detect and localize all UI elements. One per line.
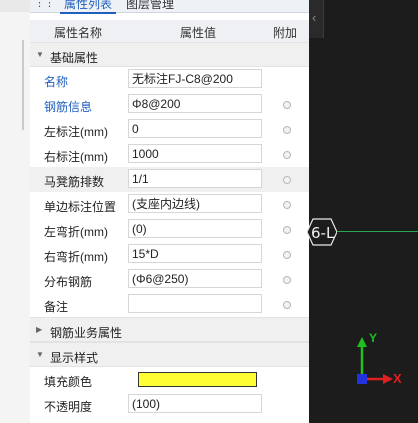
fill-color-swatch[interactable] [138, 372, 257, 387]
prop-label: 名称 [44, 75, 69, 89]
drawing-canvas[interactable]: ‹ 6-L Y X [307, 0, 418, 423]
section-display-label: 显示样式 [50, 351, 99, 365]
prop-label: 右弯折(mm) [44, 250, 108, 264]
extra-checkbox[interactable] [283, 276, 291, 284]
prop-row-fill-color: 填充颜色 [30, 367, 309, 392]
section-basic-label: 基础属性 [50, 51, 99, 65]
prop-label: 右标注(mm) [44, 150, 108, 164]
drag-grip-icon[interactable]: ⋮⋮ [34, 0, 55, 9]
prop-label: 钢筋信息 [44, 100, 93, 114]
prop-row-left-mark: 左标注(mm) 0 [30, 117, 309, 142]
chevron-left-icon[interactable]: ‹ [312, 10, 316, 25]
tab-property-list[interactable]: 属性列表 [60, 0, 117, 14]
extra-checkbox[interactable] [283, 101, 291, 109]
section-business-label: 钢筋业务属性 [50, 326, 123, 340]
extra-checkbox[interactable] [283, 151, 291, 159]
extra-checkbox[interactable] [283, 176, 291, 184]
prop-row-rebar-info: 钢筋信息 Φ8@200 [30, 92, 309, 117]
header-extra: 附加 [273, 26, 298, 40]
prop-row-right-mark: 右标注(mm) 1000 [30, 142, 309, 167]
extra-checkbox[interactable] [283, 251, 291, 259]
prop-row-remark: 备注 [30, 292, 309, 317]
extra-checkbox[interactable] [283, 201, 291, 209]
prop-value-single-side-position[interactable]: (支座内边线) [128, 194, 262, 213]
prop-label: 左弯折(mm) [44, 225, 108, 239]
prop-label: 不透明度 [44, 400, 93, 414]
left-dock-strip [0, 0, 31, 423]
prop-row-opacity: 不透明度 (100) [30, 392, 309, 417]
extra-checkbox[interactable] [283, 126, 291, 134]
property-panel: ⋮⋮ 属性列表 图层管理 属性名称 属性值 附加 ▼ 基础属性 名称 无标注FJ… [30, 0, 309, 423]
collapse-triangle-icon[interactable]: ▼ [36, 350, 44, 359]
header-value: 属性值 [180, 26, 217, 40]
tab-layer-management[interactable]: 图层管理 [126, 0, 174, 12]
prop-value-left-bend[interactable]: (0) [128, 219, 262, 238]
prop-label: 马凳筋排数 [44, 175, 105, 189]
prop-value-opacity[interactable]: (100) [128, 394, 262, 413]
prop-value-name[interactable]: 无标注FJ-C8@200 [128, 69, 262, 88]
prop-value-left-mark[interactable]: 0 [128, 119, 262, 138]
panel-tabbar: ⋮⋮ 属性列表 图层管理 [30, 0, 309, 14]
prop-label: 备注 [44, 300, 69, 314]
extra-checkbox[interactable] [283, 301, 291, 309]
prop-value-distribution-rebar[interactable]: (Φ6@250) [128, 269, 262, 288]
axis-label: 6-L [311, 224, 335, 242]
header-name: 属性名称 [54, 26, 103, 40]
dock-grip[interactable] [0, 0, 30, 12]
prop-label: 填充颜色 [44, 375, 93, 389]
panel-collapse-handle[interactable]: ‹ [309, 0, 324, 38]
prop-value-remark[interactable] [128, 294, 262, 313]
y-axis-label: Y [369, 331, 378, 345]
prop-row-name: 名称 无标注FJ-C8@200 [30, 67, 309, 92]
section-basic[interactable]: ▼ 基础属性 [30, 42, 309, 67]
prop-row-distribution-rebar: 分布钢筋 (Φ6@250) [30, 267, 309, 292]
prop-label: 左标注(mm) [44, 125, 108, 139]
prop-value-rebar-info[interactable]: Φ8@200 [128, 94, 262, 113]
x-axis-label: X [393, 371, 402, 386]
expand-triangle-icon[interactable]: ▶ [36, 325, 42, 334]
table-header: 属性名称 属性值 附加 [30, 20, 309, 43]
prop-value-right-mark[interactable]: 1000 [128, 144, 262, 163]
collapse-triangle-icon[interactable]: ▼ [36, 50, 44, 59]
dock-splitter[interactable] [22, 40, 24, 130]
prop-value-right-bend[interactable]: 15*D [128, 244, 262, 263]
prop-row-left-bend: 左弯折(mm) (0) [30, 217, 309, 242]
prop-value-chair-rows[interactable]: 1/1 [128, 169, 262, 188]
section-business[interactable]: ▶ 钢筋业务属性 [30, 317, 309, 342]
prop-label: 单边标注位置 [44, 200, 117, 214]
extra-checkbox[interactable] [283, 226, 291, 234]
prop-row-single-side-position: 单边标注位置 (支座内边线) [30, 192, 309, 217]
prop-row-right-bend: 右弯折(mm) 15*D [30, 242, 309, 267]
section-display[interactable]: ▼ 显示样式 [30, 342, 309, 367]
prop-label: 分布钢筋 [44, 275, 93, 289]
prop-row-chair-rows: 马凳筋排数 1/1 [30, 167, 309, 192]
